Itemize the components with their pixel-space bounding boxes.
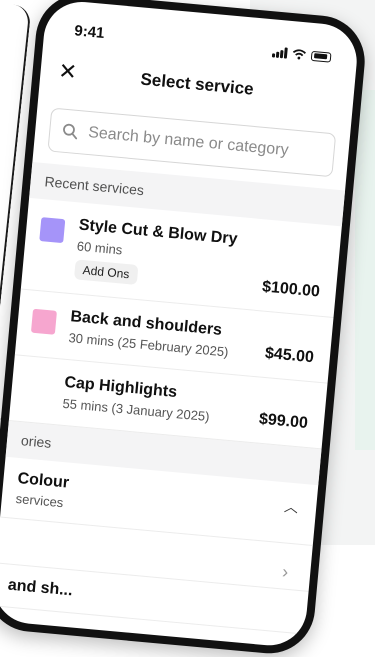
battery-icon — [310, 50, 332, 63]
service-color-swatch — [39, 217, 66, 244]
search-icon — [63, 123, 78, 140]
phone-frame: 9:41 ✕ Select service Search by name or … — [0, 0, 369, 657]
service-price: $100.00 — [261, 278, 321, 301]
signal-icon — [271, 46, 288, 59]
status-icons — [271, 46, 332, 63]
add-ons-badge: Add Ons — [73, 259, 139, 285]
background-accent-strip — [355, 90, 375, 450]
service-price: $45.00 — [264, 344, 315, 367]
page-title: Select service — [139, 69, 255, 99]
wifi-icon — [292, 49, 306, 60]
service-price: $99.00 — [258, 410, 309, 433]
service-color-swatch — [30, 308, 57, 335]
search-placeholder: Search by name or category — [87, 123, 290, 160]
status-time: 9:41 — [73, 22, 106, 42]
chevron-right-icon: › — [281, 561, 290, 582]
close-icon[interactable]: ✕ — [54, 58, 82, 86]
chevron-up-icon[interactable]: ︿ — [283, 496, 299, 517]
phone-screen: 9:41 ✕ Select service Search by name or … — [0, 0, 360, 649]
service-color-swatch — [24, 374, 52, 401]
